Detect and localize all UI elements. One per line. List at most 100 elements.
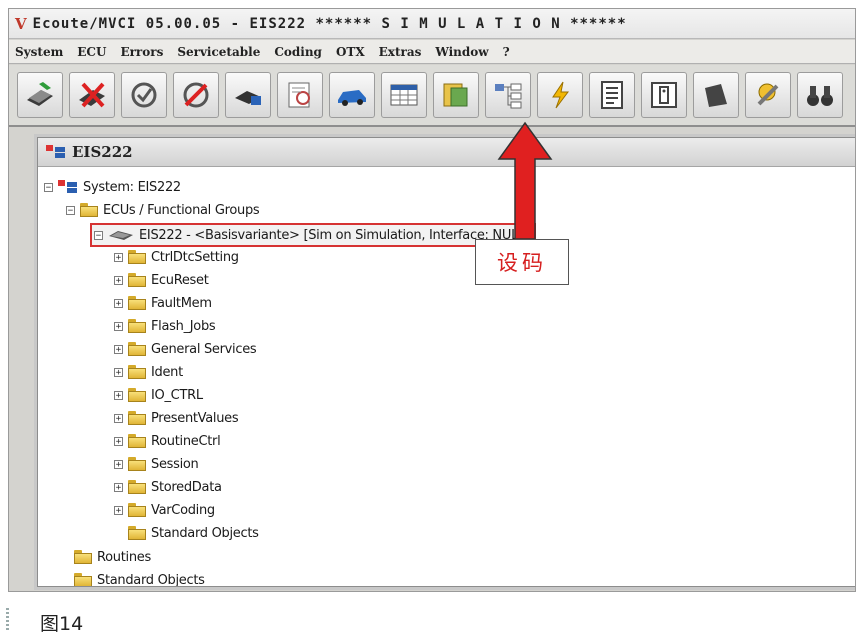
window-title: Ecoute/MVCI 05.00.05 - EIS222 ****** S I… <box>32 15 627 32</box>
system-tree-icon <box>58 180 77 193</box>
folder-icon <box>128 526 146 540</box>
fault-report-icon <box>288 82 310 108</box>
menu-errors[interactable]: Errors <box>120 45 163 59</box>
menu-window[interactable]: Window <box>435 45 488 59</box>
ecu-lock-icon <box>235 91 261 105</box>
menu-ecu[interactable]: ECU <box>77 45 106 59</box>
tree-label: Standard Objects <box>151 525 259 541</box>
tree-node-service[interactable]: + Ident <box>114 362 183 382</box>
fault-report-button[interactable] <box>277 72 323 118</box>
expand-toggle[interactable]: + <box>114 390 123 400</box>
info-panel-button[interactable] <box>641 72 687 118</box>
notes-button[interactable] <box>433 72 479 118</box>
folder-icon <box>74 550 92 564</box>
ecu-lock-button[interactable] <box>225 72 271 118</box>
expand-toggle[interactable]: + <box>114 482 123 492</box>
tree-node-service[interactable]: + General Services <box>114 339 257 359</box>
tree-node-service[interactable]: + EcuReset <box>114 270 209 290</box>
vehicle-button[interactable] <box>329 72 375 118</box>
tools-button[interactable] <box>745 72 791 118</box>
tree-label: EcuReset <box>151 272 209 288</box>
expand-toggle[interactable]: + <box>114 298 123 308</box>
folder-icon <box>128 411 146 425</box>
ecu-module-icon <box>109 231 133 240</box>
folder-icon <box>128 388 146 402</box>
binoculars-button[interactable] <box>797 72 843 118</box>
app-logo: V <box>15 14 27 33</box>
flash-button[interactable] <box>537 72 583 118</box>
blank-card-button[interactable] <box>693 72 739 118</box>
tree-label: Session <box>151 456 199 472</box>
notes-icon <box>443 83 468 107</box>
blank-card-icon <box>705 84 727 107</box>
tree-label: Routines <box>97 549 151 565</box>
menu-otx[interactable]: OTX <box>336 45 365 59</box>
menu-system[interactable]: System <box>15 45 63 59</box>
stop-button[interactable] <box>173 72 219 118</box>
tree-label: Standard Objects <box>97 572 205 587</box>
toolbar <box>9 65 855 127</box>
tree-node-service[interactable]: + Session <box>114 454 199 474</box>
expand-toggle[interactable]: + <box>114 367 123 377</box>
expand-toggle[interactable]: + <box>114 413 123 423</box>
tree-node-ecu-eis222[interactable]: − EIS222 - <Basisvariante> [Sim on Simul… <box>90 223 536 247</box>
application-window: V Ecoute/MVCI 05.00.05 - EIS222 ****** S… <box>8 8 856 592</box>
tree-node-service[interactable]: + IO_CTRL <box>114 385 203 405</box>
checklist-button[interactable] <box>589 72 635 118</box>
collapse-toggle[interactable]: − <box>94 230 103 240</box>
tree-node-routines[interactable]: Routines <box>74 547 151 567</box>
folder-icon <box>128 457 146 471</box>
tools-icon <box>757 83 779 106</box>
tree-node-standard-objects[interactable]: Standard Objects <box>114 523 259 543</box>
binoculars-icon <box>807 86 833 106</box>
tree-node-service[interactable]: + RoutineCtrl <box>114 431 221 451</box>
tree-node-system[interactable]: − System: EIS222 <box>44 177 181 197</box>
collapse-toggle[interactable]: − <box>66 205 75 215</box>
flash-icon <box>552 81 569 109</box>
tree-label: EIS222 - <Basisvariante> [Sim on Simulat… <box>139 227 530 243</box>
refresh-check-button[interactable] <box>121 72 167 118</box>
info-panel-icon <box>651 82 677 108</box>
vehicle-icon <box>338 90 366 106</box>
folder-icon <box>128 319 146 333</box>
tree-node-standard-objects-root[interactable]: Standard Objects <box>74 570 205 587</box>
disconnect-icon <box>79 82 105 108</box>
expand-toggle[interactable]: + <box>114 436 123 446</box>
tree-label: StoredData <box>151 479 222 495</box>
tree-node-ecu-groups[interactable]: − ECUs / Functional Groups <box>66 200 260 220</box>
menu-servicetable[interactable]: Servicetable <box>177 45 260 59</box>
menu-extras[interactable]: Extras <box>379 45 422 59</box>
refresh-check-icon <box>131 82 157 108</box>
expand-toggle[interactable]: + <box>114 459 123 469</box>
tree-label: IO_CTRL <box>151 387 203 403</box>
folder-icon <box>128 480 146 494</box>
connect-button[interactable] <box>17 72 63 118</box>
tree-label: Flash_Jobs <box>151 318 216 334</box>
annotation-arrow-icon <box>497 121 553 240</box>
expand-toggle[interactable]: + <box>114 275 123 285</box>
expand-toggle[interactable]: + <box>114 344 123 354</box>
stop-icon <box>183 82 209 108</box>
menu-help[interactable]: ? <box>503 45 510 59</box>
tree-node-service[interactable]: + StoredData <box>114 477 222 497</box>
folder-icon <box>128 365 146 379</box>
tree-node-service[interactable]: + CtrlDtcSetting <box>114 247 239 267</box>
menu-coding[interactable]: Coding <box>274 45 322 59</box>
tree-node-service[interactable]: + VarCoding <box>114 500 215 520</box>
disconnect-button[interactable] <box>69 72 115 118</box>
tree-node-service[interactable]: + Flash_Jobs <box>114 316 216 336</box>
folder-icon <box>128 273 146 287</box>
tree-node-service[interactable]: + PresentValues <box>114 408 239 428</box>
tree-label: Ident <box>151 364 183 380</box>
tree-label: FaultMem <box>151 295 212 311</box>
collapse-toggle[interactable]: − <box>44 182 53 192</box>
ecu-tree-button[interactable] <box>485 72 531 118</box>
expand-toggle[interactable]: + <box>114 505 123 515</box>
data-table-button[interactable] <box>381 72 427 118</box>
tree-label: General Services <box>151 341 257 357</box>
folder-icon <box>128 250 146 264</box>
tree-node-service[interactable]: + FaultMem <box>114 293 212 313</box>
expand-toggle[interactable]: + <box>114 252 123 262</box>
expand-toggle[interactable]: + <box>114 321 123 331</box>
